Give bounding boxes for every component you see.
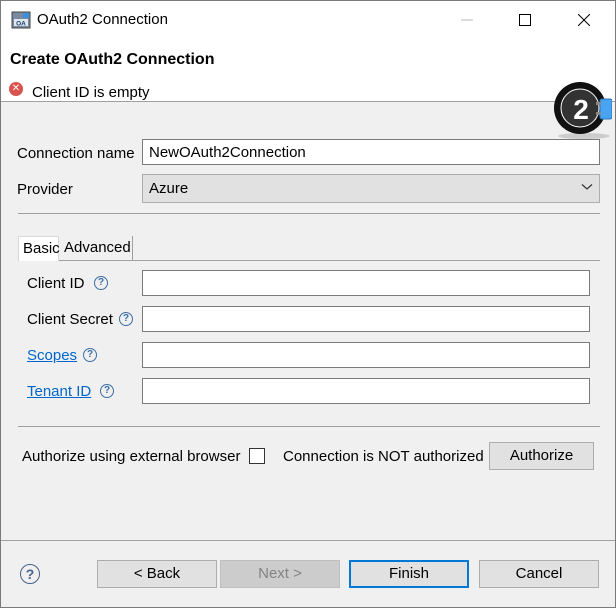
back-button[interactable]: < Back xyxy=(97,560,217,588)
client-secret-help-icon[interactable]: ? xyxy=(119,312,133,326)
scopes-input[interactable] xyxy=(142,342,590,368)
window-title: OAuth2 Connection xyxy=(37,11,168,28)
client-secret-label: Client Secret xyxy=(27,311,113,328)
tab-basic[interactable]: Basic xyxy=(18,236,60,261)
tenant-id-link[interactable]: Tenant ID xyxy=(27,383,91,400)
app-icon: OA xyxy=(11,11,31,29)
maximize-button[interactable] xyxy=(502,1,548,39)
provider-label: Provider xyxy=(17,181,73,198)
provider-select[interactable]: Azure xyxy=(142,174,600,203)
client-secret-input[interactable] xyxy=(142,306,590,332)
cancel-button[interactable]: Cancel xyxy=(479,560,599,588)
title-bar: OA OAuth2 Connection xyxy=(1,1,615,39)
help-icon[interactable]: ? xyxy=(20,564,40,584)
minimize-icon xyxy=(461,19,473,21)
next-button[interactable]: Next > xyxy=(220,560,340,588)
authorize-button[interactable]: Authorize xyxy=(489,442,594,470)
tab-advanced[interactable]: Advanced xyxy=(59,236,133,260)
wizard-banner: Create OAuth2 Connection ✕ Client ID is … xyxy=(1,39,615,139)
tab-separator xyxy=(59,260,600,261)
error-message: Client ID is empty xyxy=(32,84,150,101)
separator xyxy=(18,426,600,427)
connection-name-input[interactable] xyxy=(142,139,600,165)
client-id-help-icon[interactable]: ? xyxy=(94,276,108,290)
connection-name-label: Connection name xyxy=(17,145,135,162)
tenant-id-help-icon[interactable]: ? xyxy=(100,384,114,398)
authorization-status: Connection is NOT authorized xyxy=(283,448,484,465)
scopes-link[interactable]: Scopes xyxy=(27,347,77,364)
app-icon-text: OA xyxy=(16,21,26,28)
finish-button[interactable]: Finish xyxy=(349,560,469,588)
footer-separator xyxy=(1,540,615,541)
close-button[interactable] xyxy=(561,1,607,39)
chevron-down-icon xyxy=(581,184,593,190)
page-title: Create OAuth2 Connection xyxy=(10,51,215,68)
logo-number: 2 xyxy=(573,94,589,125)
external-browser-checkbox[interactable] xyxy=(249,448,265,464)
close-icon xyxy=(578,14,590,26)
external-browser-label: Authorize using external browser xyxy=(22,448,241,465)
provider-value: Azure xyxy=(149,180,189,197)
maximize-icon xyxy=(519,14,531,26)
dialog-window: OA OAuth2 Connection Create OAuth2 Conne… xyxy=(0,0,616,608)
separator xyxy=(18,213,600,214)
tenant-id-input[interactable] xyxy=(142,378,590,404)
oauth2-logo: 2 xyxy=(554,82,612,139)
minimize-button[interactable] xyxy=(444,1,490,39)
client-id-input[interactable] xyxy=(142,270,590,296)
error-icon: ✕ xyxy=(9,82,23,96)
client-id-label: Client ID xyxy=(27,275,85,292)
scopes-help-icon[interactable]: ? xyxy=(83,348,97,362)
